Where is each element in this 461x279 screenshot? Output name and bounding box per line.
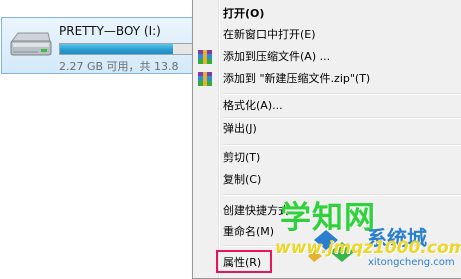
watermark-url: www.jmqz1000.com <box>275 238 461 258</box>
winrar-archive-icon <box>198 50 212 64</box>
menu-separator <box>223 144 461 146</box>
drive-name: PRETTY—BOY (I:) <box>59 24 161 38</box>
menu-item-rename[interactable]: 重命名(M) <box>223 221 274 243</box>
menu-item-eject[interactable]: 弹出(J) <box>223 118 257 140</box>
winrar-archive-icon <box>198 72 212 86</box>
menu-item-open[interactable]: 打开(O) <box>223 3 264 25</box>
properties-highlight-box <box>216 250 272 273</box>
menu-icon-gutter <box>218 0 220 278</box>
watermark-sub: xitongcheng.com <box>368 257 455 268</box>
drive-space-text: 2.27 GB 可用，共 13.8 <box>59 60 179 73</box>
menu-item-cut[interactable]: 剪切(T) <box>223 147 260 169</box>
drive-usage-fill <box>60 44 173 54</box>
menu-item-add-to-named-archive[interactable]: 添加到 "新建压缩文件.zip"(T) <box>223 68 370 90</box>
menu-separator <box>223 117 461 119</box>
menu-item-format[interactable]: 格式化(A)... <box>223 95 283 117</box>
menu-item-open-new-window[interactable]: 在新窗口中打开(E) <box>223 24 316 46</box>
menu-item-add-to-archive[interactable]: 添加到压缩文件(A) ... <box>223 46 330 68</box>
menu-item-copy[interactable]: 复制(C) <box>223 169 261 191</box>
removable-drive-icon <box>10 32 52 56</box>
drive-tile[interactable]: PRETTY—BOY (I:) 2.27 GB 可用，共 13.8 <box>1 17 194 74</box>
drive-usage-bar <box>59 43 194 55</box>
